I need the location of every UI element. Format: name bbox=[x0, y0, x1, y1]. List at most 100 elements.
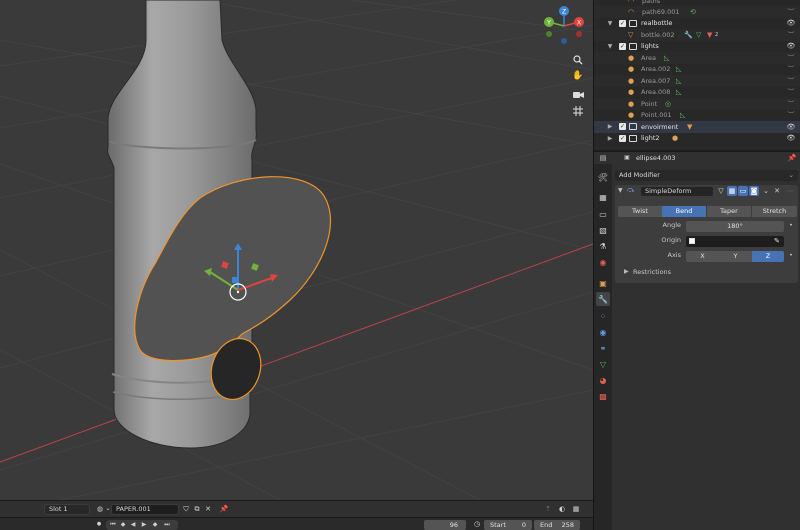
hidden-icon[interactable]: ︶ bbox=[786, 53, 796, 63]
mode-taper-button[interactable]: Taper bbox=[707, 206, 751, 217]
3d-viewport[interactable]: Z Y X ✋ bbox=[0, 0, 593, 500]
add-modifier-dropdown[interactable]: Add Modifier ⌄ bbox=[615, 170, 798, 181]
cage-toggle-icon[interactable]: ▦ bbox=[727, 186, 737, 196]
outliner-row-path69[interactable]: ◠ path69.001 ⟲ ︶ bbox=[594, 6, 800, 18]
axis-y-button[interactable]: Y bbox=[719, 251, 752, 262]
eyedropper-icon[interactable]: ✎ bbox=[774, 236, 780, 247]
pin-icon[interactable]: 📌 bbox=[219, 504, 229, 514]
collapse-icon[interactable]: ▶ bbox=[606, 123, 614, 130]
mode-bend-button[interactable]: Bend bbox=[662, 206, 706, 217]
hidden-icon[interactable]: ︶ bbox=[786, 30, 796, 40]
play-reverse-icon[interactable]: ◀ bbox=[128, 520, 138, 530]
mode-twist-button[interactable]: Twist bbox=[618, 206, 662, 217]
hidden-icon[interactable]: ︶ bbox=[786, 87, 796, 97]
physics-tab-icon[interactable]: ◉ bbox=[596, 325, 610, 339]
start-frame-field[interactable]: Start 0 bbox=[484, 520, 532, 530]
drag-handle-icon[interactable]: ⋯ bbox=[786, 186, 796, 196]
collection-checkbox[interactable]: ✓ bbox=[619, 134, 626, 142]
material-tab-icon[interactable]: ◕ bbox=[596, 373, 610, 387]
output-tab-icon[interactable]: ▭ bbox=[596, 207, 610, 221]
object-tab-icon[interactable]: ▣ bbox=[596, 276, 610, 290]
outliner-row-area007[interactable]: ● Area.007 ◺ ︶ bbox=[594, 75, 800, 87]
collection-checkbox[interactable]: ✓ bbox=[619, 123, 626, 130]
view-layer-tab-icon[interactable]: ▧ bbox=[596, 223, 610, 237]
scene-tab-icon[interactable]: ⚗ bbox=[596, 239, 610, 253]
clock-icon[interactable]: ◷ bbox=[472, 519, 482, 529]
mode-stretch-button[interactable]: Stretch bbox=[752, 206, 797, 217]
hidden-icon[interactable]: ︶ bbox=[786, 99, 796, 109]
outliner-row-area002[interactable]: ● Area.002 ◺ ︶ bbox=[594, 64, 800, 76]
world-tab-icon[interactable]: ◉ bbox=[596, 255, 610, 269]
eye-icon[interactable]: 👁 bbox=[786, 19, 796, 27]
outliner-row-lights[interactable]: ▼ ✓ lights 👁 bbox=[594, 41, 800, 53]
editmode-toggle-icon[interactable]: ▽ bbox=[716, 186, 726, 196]
expand-icon[interactable]: ▼ bbox=[606, 43, 614, 50]
jump-end-icon[interactable]: ⏭ bbox=[162, 520, 172, 530]
modifier-name-field[interactable]: SimpleDeform bbox=[640, 186, 714, 197]
particles-tab-icon[interactable]: ⁘ bbox=[596, 309, 610, 323]
eye-icon[interactable]: 👁 bbox=[786, 134, 796, 142]
close-icon[interactable]: ✕ bbox=[772, 186, 782, 196]
next-keyframe-icon[interactable]: ◆ bbox=[150, 520, 160, 530]
outliner-row-point[interactable]: ● Point ◎ ︶ bbox=[594, 98, 800, 110]
render-toggle-icon[interactable]: ◙ bbox=[749, 186, 759, 196]
eye-icon[interactable]: 👁 bbox=[786, 123, 796, 131]
outliner[interactable]: ◠ paths ︶ ◠ path69.001 ⟲ ︶ ▼ ✓ realbottl… bbox=[594, 0, 800, 150]
hidden-icon[interactable]: ︶ bbox=[786, 110, 796, 120]
prev-keyframe-icon[interactable]: ◆ bbox=[118, 520, 128, 530]
display-channels-icon[interactable]: ◐ bbox=[557, 504, 567, 514]
navigation-gizmo[interactable]: Z Y X bbox=[541, 3, 587, 49]
modifier-tab-icon[interactable]: 🔧 bbox=[596, 292, 610, 306]
outliner-row-realbottle[interactable]: ▼ ✓ realbottle 👁 bbox=[594, 18, 800, 30]
jump-start-icon[interactable]: ⏮ bbox=[108, 520, 118, 530]
texture-tab-icon[interactable]: ▩ bbox=[596, 389, 610, 403]
viewport-scene[interactable] bbox=[0, 0, 593, 500]
keyframe-icon[interactable]: • bbox=[786, 221, 796, 231]
axis-x-button[interactable]: X bbox=[686, 251, 719, 262]
constraints-tab-icon[interactable]: ⚭ bbox=[596, 341, 610, 355]
data-tab-icon[interactable]: ▽ bbox=[596, 357, 610, 371]
restrictions-label[interactable]: Restrictions bbox=[633, 268, 671, 276]
hidden-icon[interactable]: ︶ bbox=[786, 64, 796, 74]
collection-checkbox[interactable]: ✓ bbox=[619, 42, 626, 50]
tool-tab-icon[interactable]: 🛠 bbox=[596, 170, 610, 184]
current-frame-field[interactable]: 96 bbox=[424, 520, 466, 530]
record-icon[interactable]: ● bbox=[94, 519, 104, 529]
expand-icon[interactable]: ▼ bbox=[606, 20, 614, 27]
duplicate-icon[interactable]: ⧉ bbox=[192, 504, 202, 514]
hidden-icon[interactable]: ︶ bbox=[786, 76, 796, 86]
zoom-icon[interactable] bbox=[570, 52, 586, 68]
editor-type-icon[interactable]: ▤ bbox=[598, 153, 608, 163]
fake-user-icon[interactable]: ⛉ bbox=[181, 504, 191, 514]
end-frame-field[interactable]: End 258 bbox=[534, 520, 580, 530]
hand-icon[interactable]: ✋ bbox=[570, 68, 586, 84]
camera-icon[interactable] bbox=[570, 86, 586, 102]
restrictions-expand-icon[interactable]: ▶ bbox=[624, 268, 629, 275]
collapse-arrow-icon[interactable]: ▼ bbox=[618, 187, 623, 194]
outliner-row-area008[interactable]: ● Area.008 ◺ ︶ bbox=[594, 87, 800, 99]
hidden-icon[interactable]: ︶ bbox=[786, 0, 796, 6]
origin-field[interactable]: ✎ bbox=[686, 236, 784, 247]
keyframe-icon[interactable]: • bbox=[786, 251, 796, 261]
grid-icon[interactable] bbox=[570, 103, 586, 119]
overlay-icon[interactable]: ▦ bbox=[571, 504, 581, 514]
outliner-row-bottle002[interactable]: ▽ bottle.002 🔧 ▽ ▼ 2 ︶ bbox=[594, 29, 800, 41]
outliner-row-light2[interactable]: ▶ ✓ light2 ● 👁 bbox=[594, 133, 800, 145]
slot-dropdown[interactable]: Slot 1 bbox=[44, 504, 90, 515]
collection-checkbox[interactable]: ✓ bbox=[619, 19, 626, 27]
eye-icon[interactable]: 👁 bbox=[786, 42, 796, 50]
image-name-field[interactable]: PAPER.001 bbox=[111, 504, 179, 515]
hidden-icon[interactable]: ︶ bbox=[786, 7, 796, 17]
angle-field[interactable]: 180° bbox=[686, 221, 784, 232]
upload-icon[interactable]: ⇡ bbox=[543, 504, 553, 514]
outliner-row-envoirment[interactable]: ▶ ✓ envoirment ▼ 👁 bbox=[594, 121, 800, 133]
play-icon[interactable]: ▶ bbox=[139, 520, 149, 530]
close-icon[interactable]: ✕ bbox=[203, 504, 213, 514]
axis-z-button[interactable]: Z bbox=[752, 251, 784, 262]
render-tab-icon[interactable]: ▦ bbox=[596, 190, 610, 204]
outliner-row-area[interactable]: ● Area ◺ ︶ bbox=[594, 52, 800, 64]
pin-icon[interactable]: 📌 bbox=[787, 153, 797, 163]
viewport-toggle-icon[interactable]: ▭ bbox=[738, 186, 748, 196]
modifier-menu-icon[interactable]: ⌄ bbox=[761, 186, 771, 196]
collapse-icon[interactable]: ▶ bbox=[606, 135, 614, 142]
